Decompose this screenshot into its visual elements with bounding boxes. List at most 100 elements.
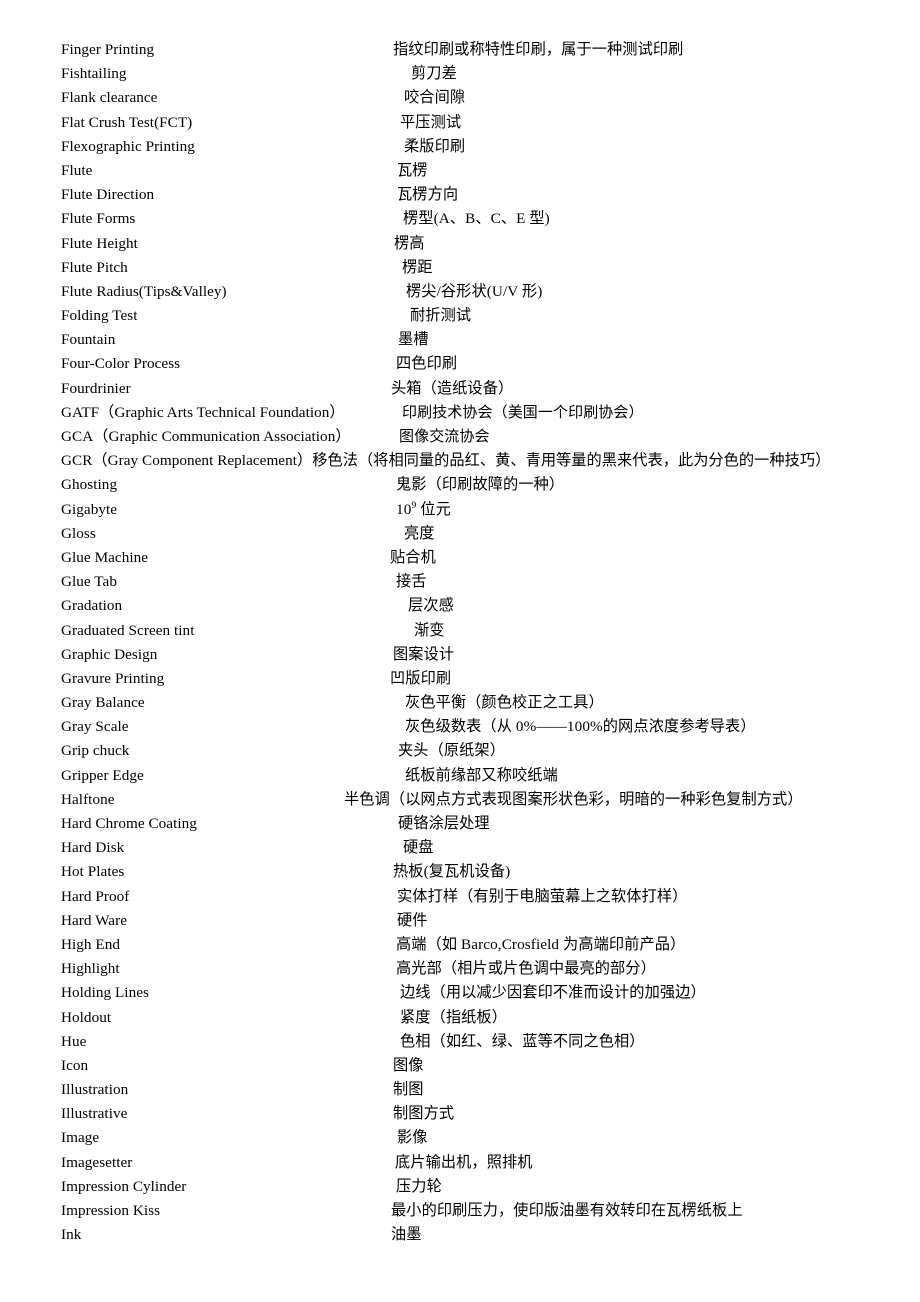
glossary-entry: GATF（Graphic Arts Technical Foundation） 印… bbox=[0, 401, 920, 425]
glossary-entry: Holdout 紧度（指纸板） bbox=[0, 1006, 920, 1030]
glossary-entry: Hard Proof 实体打样（有别于电脑萤幕上之软体打样） bbox=[0, 885, 920, 909]
glossary-definition: 楞型(A、B、C、E 型) bbox=[403, 210, 550, 228]
glossary-term: Icon bbox=[61, 1056, 89, 1074]
glossary-definition: 制图方式 bbox=[393, 1105, 455, 1123]
glossary-entry: Holding Lines 边线（用以减少因套印不准而设计的加强边） bbox=[0, 981, 920, 1005]
glossary-definition: 渐变 bbox=[414, 621, 445, 639]
glossary-term: Flute Height bbox=[61, 234, 138, 252]
glossary-term: Gripper Edge bbox=[61, 766, 144, 784]
glossary-entry: Flute Radius(Tips&Valley) 楞尖/谷形状(U/V 形) bbox=[0, 280, 920, 304]
glossary-entry: Folding Test 耐折测试 bbox=[0, 304, 920, 328]
glossary-definition: 楞尖/谷形状(U/V 形) bbox=[406, 282, 543, 300]
glossary-definition: 墨槽 bbox=[398, 331, 429, 349]
glossary-entry: Fishtailing 剪刀差 bbox=[0, 62, 920, 86]
glossary-term: Glue Tab bbox=[61, 573, 117, 591]
glossary-term: Hard Chrome Coating bbox=[61, 815, 197, 832]
glossary-entry: Impression Kiss 最小的印刷压力，使印版油墨有效转印在瓦楞纸板上 bbox=[0, 1199, 920, 1223]
glossary-definition: 紧度（指纸板） bbox=[400, 1008, 508, 1026]
glossary-term: Hard Ware bbox=[61, 911, 127, 929]
glossary-entry: Flank clearance 咬合间隙 bbox=[0, 86, 920, 110]
glossary-term: Impression Cylinder bbox=[61, 1177, 187, 1195]
glossary-entry: Hard Disk 硬盘 bbox=[0, 836, 920, 860]
glossary-term: Gray Scale bbox=[61, 718, 129, 736]
glossary-definition: 瓦楞方向 bbox=[397, 186, 459, 204]
glossary-term: Gravure Printing bbox=[61, 669, 165, 687]
glossary-term: Flute Direction bbox=[61, 186, 155, 204]
glossary-entry: Graphic Design 图案设计 bbox=[0, 643, 920, 667]
glossary-definition: 热板(复瓦机设备) bbox=[393, 863, 511, 881]
glossary-term: Ghosting bbox=[61, 476, 118, 494]
glossary-entry: Hot Plates 热板(复瓦机设备) bbox=[0, 860, 920, 884]
glossary-entry: Gravure Printing 凹版印刷 bbox=[0, 667, 920, 691]
glossary-definition: 接舌 bbox=[396, 573, 427, 591]
glossary-term: Finger Printing bbox=[61, 41, 155, 58]
glossary-definition: 指纹印刷或称特性印刷，属于一种测试印刷 bbox=[393, 41, 684, 58]
glossary-term: Graduated Screen tint bbox=[61, 621, 195, 639]
glossary-term: Hard Disk bbox=[61, 839, 125, 857]
glossary-definition: 底片输出机，照排机 bbox=[395, 1153, 533, 1171]
glossary-definition: 头箱（造纸设备） bbox=[391, 379, 514, 397]
glossary-definition: 楞高 bbox=[394, 234, 425, 252]
glossary-definition: 图像交流协会 bbox=[399, 429, 490, 445]
glossary-page: Finger Printing 指纹印刷或称特性印刷，属于一种测试印刷 Fishta… bbox=[0, 0, 920, 1302]
glossary-term: Impression Kiss bbox=[61, 1202, 161, 1219]
glossary-term: Holdout bbox=[61, 1008, 112, 1026]
glossary-definition: 图像 bbox=[393, 1056, 424, 1074]
glossary-term: Gradation bbox=[61, 597, 123, 615]
glossary-term: Folding Test bbox=[61, 307, 138, 325]
glossary-term: Imagesetter bbox=[61, 1153, 133, 1171]
glossary-term: GCR（Gray Component Replacement）移色法（将相同量的… bbox=[61, 452, 831, 470]
glossary-entry: Grip chuck 夹头（原纸架） bbox=[0, 739, 920, 763]
glossary-entry: Image 影像 bbox=[0, 1126, 920, 1150]
glossary-term: Flank clearance bbox=[61, 89, 158, 107]
glossary-term: Grip chuck bbox=[61, 742, 130, 760]
glossary-entry: Gray Scale 灰色级数表（从 0%——100%的网点浓度参考导表） bbox=[0, 715, 920, 739]
glossary-definition: 耐折测试 bbox=[410, 307, 472, 325]
glossary-entry: Flute 瓦楞 bbox=[0, 159, 920, 183]
glossary-term: Illustrative bbox=[61, 1105, 128, 1123]
glossary-term: Hue bbox=[61, 1032, 87, 1050]
glossary-term: GCA（Graphic Communication Association） bbox=[61, 428, 351, 445]
glossary-term: Four-Color Process bbox=[61, 355, 181, 373]
glossary-definition: 夹头（原纸架） bbox=[398, 742, 506, 760]
glossary-entry: Fountain 墨槽 bbox=[0, 328, 920, 352]
glossary-entry: Graduated Screen tint 渐变 bbox=[0, 619, 920, 643]
glossary-term: Flexographic Printing bbox=[61, 137, 195, 155]
glossary-definition: 楞距 bbox=[402, 258, 433, 276]
glossary-definition: 亮度 bbox=[404, 524, 435, 542]
glossary-definition: 实体打样（有别于电脑萤幕上之软体打样） bbox=[397, 887, 688, 905]
glossary-entry: Flat Crush Test(FCT) 平压测试 bbox=[0, 111, 920, 135]
glossary-entry: Glue Tab 接舌 bbox=[0, 570, 920, 594]
glossary-definition: 边线（用以减少因套印不准而设计的加强边） bbox=[400, 984, 706, 1002]
glossary-entry: High End 高端（如 Barco,Crosfield 为高端印前产品） bbox=[0, 933, 920, 957]
glossary-definition: 半色调（以网点方式表现图案形状色彩，明暗的一种彩色复制方式） bbox=[344, 790, 803, 808]
glossary-entry: Fourdrinier 头箱（造纸设备） bbox=[0, 377, 920, 401]
glossary-definition: 高光部（相片或片色调中最亮的部分） bbox=[396, 960, 656, 978]
glossary-entry: Highlight 高光部（相片或片色调中最亮的部分） bbox=[0, 957, 920, 981]
glossary-entry-list: Finger Printing 指纹印刷或称特性印刷，属于一种测试印刷 Fishta… bbox=[0, 38, 920, 1247]
glossary-term: Fountain bbox=[61, 331, 116, 349]
glossary-definition: 印刷技术协会（美国一个印刷协会） bbox=[402, 404, 644, 421]
glossary-entry: Icon 图像 bbox=[0, 1054, 920, 1078]
glossary-entry: Gloss 亮度 bbox=[0, 522, 920, 546]
glossary-entry: Illustrative 制图方式 bbox=[0, 1102, 920, 1126]
glossary-term: Flute Radius(Tips&Valley) bbox=[61, 282, 227, 300]
glossary-definition: 凹版印刷 bbox=[390, 669, 452, 687]
glossary-term: Fourdrinier bbox=[61, 379, 131, 397]
glossary-entry: Flute Pitch 楞距 bbox=[0, 256, 920, 280]
glossary-entry: Gradation 层次感 bbox=[0, 594, 920, 618]
superscript-base: 10 bbox=[396, 500, 412, 518]
glossary-term: Holding Lines bbox=[61, 984, 149, 1002]
glossary-definition: 油墨 bbox=[391, 1226, 422, 1244]
glossary-definition-superscript: 109 位元 bbox=[396, 498, 451, 522]
glossary-term: Fishtailing bbox=[61, 65, 127, 83]
glossary-entry: Gray Balance 灰色平衡（颜色校正之工具） bbox=[0, 691, 920, 715]
glossary-definition: 硬件 bbox=[397, 911, 428, 929]
glossary-term: Highlight bbox=[61, 960, 120, 978]
glossary-entry: Hard Chrome Coating 硬铬涂层处理 bbox=[0, 812, 920, 836]
glossary-definition: 硬铬涂层处理 bbox=[398, 815, 490, 832]
glossary-term: Hot Plates bbox=[61, 863, 125, 881]
glossary-term: Illustration bbox=[61, 1081, 129, 1099]
glossary-entry: Gripper Edge 纸板前缘部又称咬纸端 bbox=[0, 764, 920, 788]
glossary-entry: Flute Forms 楞型(A、B、C、E 型) bbox=[0, 207, 920, 231]
